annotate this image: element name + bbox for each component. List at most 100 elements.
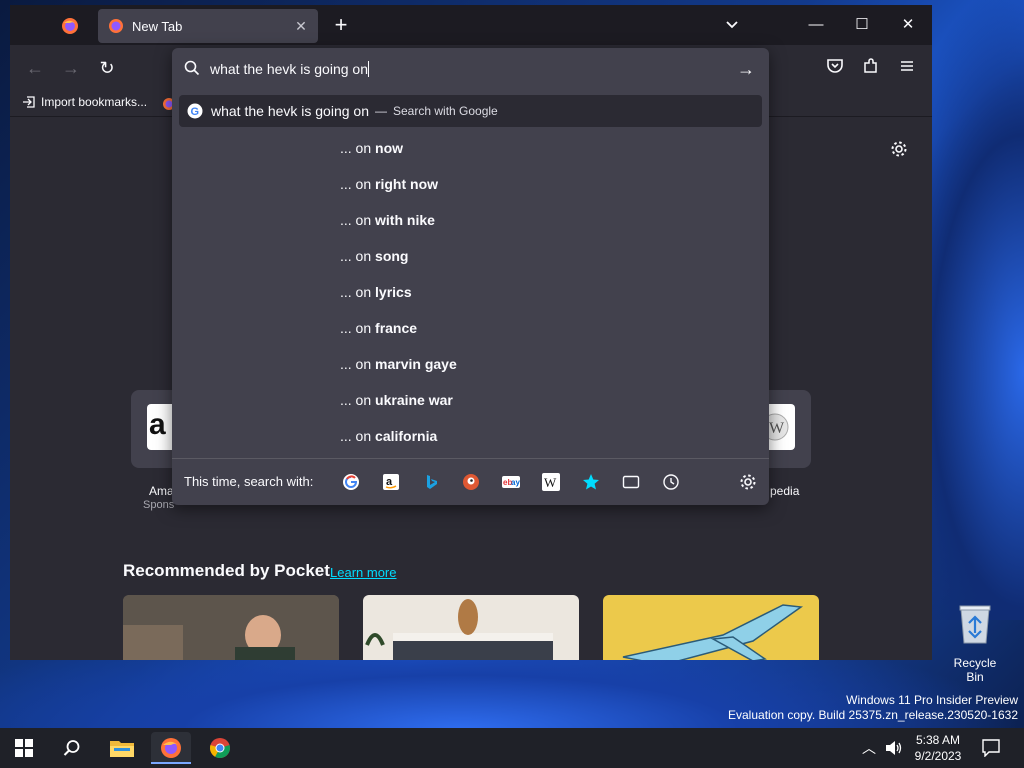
- duckduckgo-icon[interactable]: [462, 473, 480, 491]
- shortcut-label-wikipedia: pedia: [770, 484, 800, 498]
- search-suggestion[interactable]: ... on lyrics: [340, 280, 412, 304]
- search-suggestion[interactable]: ... on right now: [340, 172, 438, 196]
- suggestion-prefix: ... on: [340, 284, 372, 300]
- suggestion-tail: marvin gaye: [375, 356, 457, 372]
- one-off-search-bar: This time, search with: a eb ay W: [172, 458, 769, 505]
- ebay-icon[interactable]: ebay: [502, 473, 520, 491]
- notification-icon[interactable]: [982, 739, 1000, 757]
- tab-strip: New Tab ✕ + — ☐ ✕: [10, 5, 932, 45]
- start-button[interactable]: [4, 732, 44, 764]
- minimize-button[interactable]: —: [804, 13, 828, 37]
- chrome-taskbar-button[interactable]: [200, 732, 240, 764]
- recycle-bin-label: Recycle Bin: [953, 656, 997, 684]
- suggestion-tail: now: [375, 140, 404, 156]
- hamburger-icon: [901, 61, 913, 71]
- urlbar-input-value: what the hevk is going on: [210, 61, 368, 77]
- one-off-label: This time, search with:: [184, 474, 314, 489]
- urlbar-dropdown: what the hevk is going on → G what the h…: [172, 48, 769, 505]
- suggestion-prefix: ... on: [340, 140, 372, 156]
- suggestion-prefix: ... on: [340, 392, 372, 408]
- close-tab-button[interactable]: ✕: [292, 17, 310, 35]
- maximize-button[interactable]: ☐: [850, 13, 874, 37]
- tabs-icon[interactable]: [622, 473, 640, 491]
- svg-text:W: W: [544, 475, 557, 490]
- search-suggestion[interactable]: ... on with nike: [340, 208, 435, 232]
- bing-icon[interactable]: [422, 473, 440, 491]
- pocket-story-card[interactable]: [123, 595, 339, 660]
- windows-icon: [15, 739, 33, 757]
- suggestion-prefix: ... on: [340, 212, 372, 228]
- reload-button[interactable]: ↻: [96, 57, 118, 79]
- menu-button[interactable]: [896, 57, 918, 79]
- taskbar-search-button[interactable]: [52, 732, 92, 764]
- search-suggestion[interactable]: ... on ukraine war: [340, 388, 453, 412]
- tab-new-tab[interactable]: New Tab ✕: [98, 9, 318, 43]
- urlbar-input-row: what the hevk is going on →: [172, 48, 769, 90]
- firefox-favicon-icon: [109, 19, 123, 33]
- extensions-button[interactable]: [860, 57, 882, 79]
- urlbar-input[interactable]: what the hevk is going on: [210, 58, 710, 80]
- heuristic-search-result[interactable]: G what the hevk is going on — Search wit…: [179, 95, 762, 127]
- personalize-button[interactable]: [890, 140, 908, 163]
- import-bookmarks-button[interactable]: Import bookmarks...: [22, 95, 147, 109]
- close-window-button[interactable]: ✕: [896, 13, 920, 37]
- pocket-story-card[interactable]: [603, 595, 819, 660]
- pocket-button[interactable]: [824, 57, 846, 79]
- suggestion-prefix: ... on: [340, 248, 372, 264]
- search-icon: [184, 60, 200, 76]
- suggestion-prefix: ... on: [340, 356, 372, 372]
- suggestion-tail: ukraine war: [375, 392, 453, 408]
- heuristic-action: Search with Google: [393, 104, 498, 118]
- wikipedia-icon[interactable]: W: [542, 473, 560, 491]
- new-tab-button[interactable]: +: [328, 13, 354, 39]
- suggestion-tail: california: [375, 428, 438, 444]
- firefox-icon: [161, 738, 181, 758]
- search-suggestion[interactable]: ... on california: [340, 424, 437, 448]
- chevron-down-icon: [726, 21, 738, 29]
- bookmarks-star-icon[interactable]: [582, 473, 600, 491]
- recycle-bin[interactable]: Recycle Bin: [944, 603, 1006, 684]
- firefox-view-button[interactable]: [54, 11, 86, 41]
- search-suggestion[interactable]: ... on france: [340, 316, 417, 340]
- tab-title: New Tab: [132, 18, 183, 34]
- svg-text:a: a: [386, 476, 393, 488]
- windows-watermark: Windows 11 Pro Insider Preview Evaluatio…: [728, 693, 1018, 723]
- heuristic-query: what the hevk is going on: [211, 103, 369, 119]
- go-arrow-button[interactable]: →: [737, 59, 755, 80]
- text-caret: [368, 61, 369, 77]
- import-icon: [23, 96, 35, 108]
- history-icon[interactable]: [662, 473, 680, 491]
- suggestion-prefix: ... on: [340, 176, 372, 192]
- list-all-tabs-button[interactable]: [722, 15, 742, 35]
- taskbar-clock[interactable]: 5:38 AM 9/2/2023: [908, 732, 968, 764]
- forward-button[interactable]: →: [60, 57, 82, 79]
- amazon-icon[interactable]: a: [382, 473, 400, 491]
- gear-icon[interactable]: [739, 473, 757, 491]
- svg-text:G: G: [191, 106, 200, 118]
- svg-text:ay: ay: [511, 478, 520, 487]
- back-button[interactable]: ←: [24, 57, 46, 79]
- search-suggestion[interactable]: ... on song: [340, 244, 408, 268]
- shortcut-label-amazon: Ama: [149, 484, 174, 498]
- pocket-story-image: [622, 604, 804, 660]
- search-suggestion[interactable]: ... on marvin gaye: [340, 352, 457, 376]
- show-hidden-icons-button[interactable]: ︿: [862, 738, 876, 758]
- file-explorer-button[interactable]: [102, 732, 142, 764]
- recycle-bin-icon: [959, 605, 991, 644]
- clock-date: 9/2/2023: [914, 749, 962, 763]
- speaker-icon[interactable]: [885, 740, 903, 756]
- import-bookmarks-label: Import bookmarks...: [41, 95, 148, 109]
- google-icon[interactable]: [342, 473, 360, 491]
- suggestion-tail: lyrics: [375, 284, 412, 300]
- pocket-learn-more-link[interactable]: Learn more: [330, 565, 396, 580]
- firefox-icon: [62, 18, 78, 34]
- taskbar: ︿ 5:38 AM 9/2/2023: [0, 728, 1024, 768]
- pocket-icon: [827, 59, 843, 73]
- suggestion-tail: song: [375, 248, 409, 264]
- firefox-taskbar-button[interactable]: [151, 732, 191, 764]
- watermark-line2: Evaluation copy. Build 25375.zn_release.…: [728, 708, 1018, 722]
- suggestion-tail: right now: [375, 176, 439, 192]
- search-suggestion[interactable]: ... on now: [340, 136, 403, 160]
- sponsored-label: Spons: [143, 499, 175, 511]
- pocket-story-card[interactable]: [363, 595, 579, 660]
